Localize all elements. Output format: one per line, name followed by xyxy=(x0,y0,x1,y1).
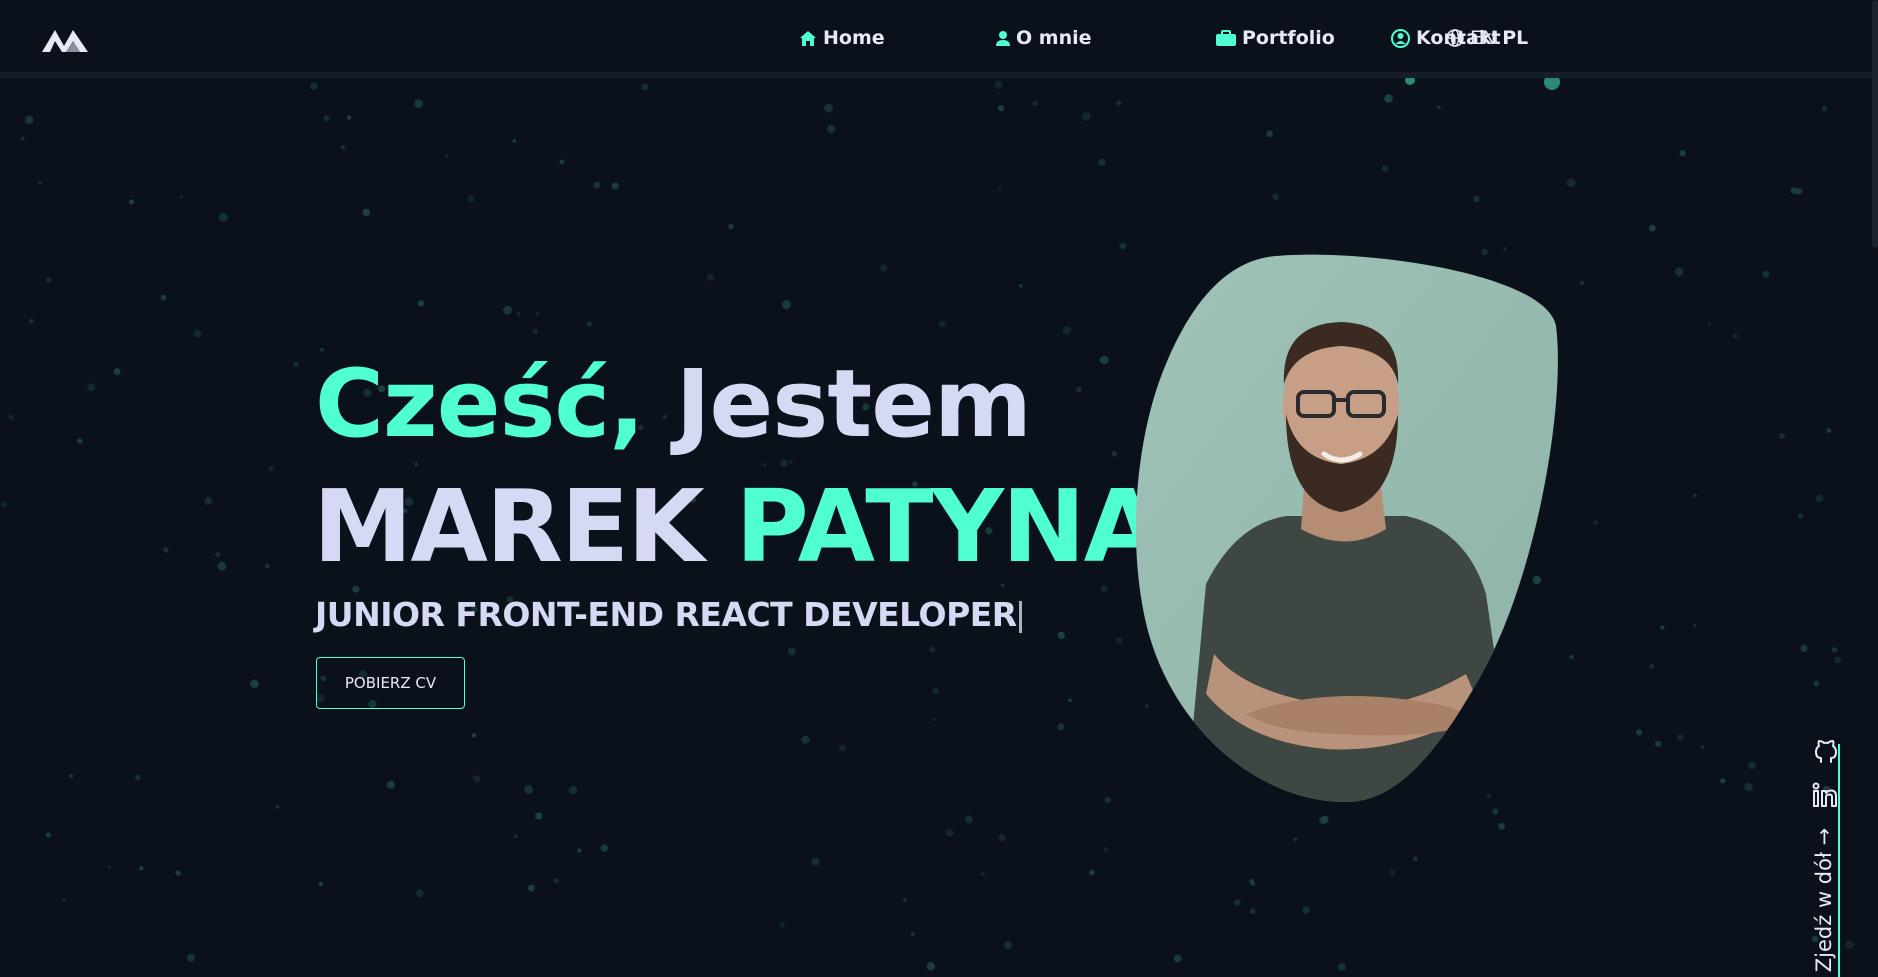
nav-home[interactable]: Home xyxy=(799,24,885,52)
nav-portfolio-label: Portfolio xyxy=(1242,27,1335,49)
briefcase-icon xyxy=(1216,29,1236,46)
page-scrollbar[interactable] xyxy=(1872,0,1878,977)
last-name: PATYNA xyxy=(735,468,1161,585)
lang-en[interactable]: EN xyxy=(1470,27,1496,49)
lang-pl[interactable]: PL xyxy=(1502,27,1528,49)
logo[interactable] xyxy=(42,26,88,52)
user-icon xyxy=(996,30,1010,46)
linkedin-icon[interactable] xyxy=(1812,782,1838,808)
scroll-down-label: Zjedź w dół → xyxy=(1812,827,1836,973)
side-accent-line xyxy=(1838,744,1840,977)
job-title-text: JUNIOR FRONT-END REACT DEVELOPER xyxy=(315,595,1017,634)
first-name: MAREK xyxy=(313,468,705,585)
job-title: JUNIOR FRONT-END REACT DEVELOPER xyxy=(315,594,1022,636)
github-icon[interactable] xyxy=(1812,740,1838,766)
globe-icon xyxy=(1446,29,1464,47)
home-icon xyxy=(800,30,816,46)
scrollbar-thumb[interactable] xyxy=(1872,0,1878,248)
typing-caret xyxy=(1018,600,1022,633)
nav-about[interactable]: O mnie xyxy=(996,24,1092,52)
profile-photo xyxy=(1136,254,1558,802)
contact-icon xyxy=(1391,28,1410,48)
hero-section: Cześć, Jestem MAREK PATYNA JUNIOR FRONT-… xyxy=(0,0,1878,977)
download-cv-button[interactable]: POBIERZ CV xyxy=(316,657,465,709)
hero-name: MAREK PATYNA xyxy=(313,468,1161,585)
greeting-accent: Cześć, xyxy=(315,350,645,459)
scroll-down-link[interactable]: Zjedź w dół → xyxy=(1810,824,1838,976)
top-navbar: Home O mnie Portfolio Kontakt EN PL xyxy=(0,0,1872,78)
hero-greeting: Cześć, Jestem xyxy=(315,350,1032,460)
greeting-rest: Jestem xyxy=(675,350,1032,459)
side-social-bar: Zjedź w dół → xyxy=(1806,740,1846,977)
language-switch[interactable]: EN PL xyxy=(1446,24,1528,52)
nav-about-label: O mnie xyxy=(1016,27,1092,49)
nav-home-label: Home xyxy=(823,27,885,49)
nav-portfolio[interactable]: Portfolio xyxy=(1216,24,1335,52)
